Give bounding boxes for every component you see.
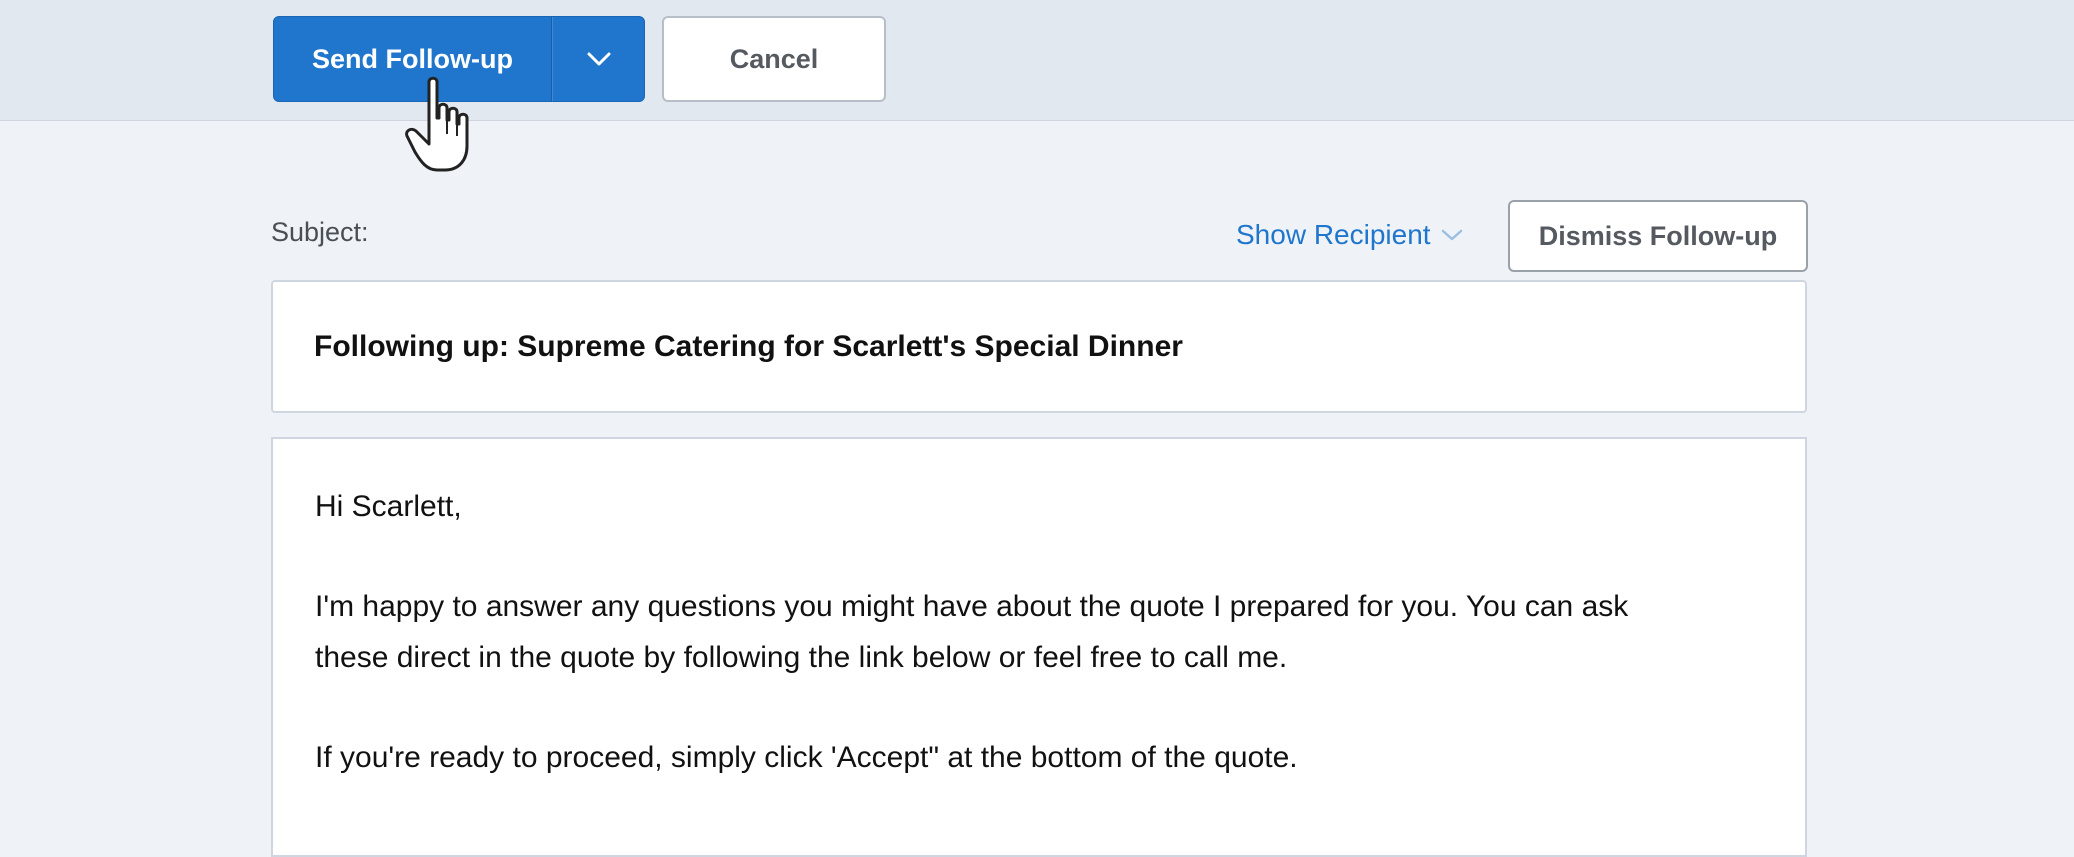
subject-value: Following up: Supreme Catering for Scarl… (314, 329, 1183, 363)
subject-label: Subject: (271, 217, 369, 247)
chevron-down-icon (587, 52, 610, 66)
message-body-editor[interactable]: Hi Scarlett, I'm happy to answer any que… (271, 437, 1807, 857)
subject-field[interactable]: Following up: Supreme Catering for Scarl… (271, 280, 1807, 413)
send-options-dropdown-button[interactable] (552, 17, 644, 101)
top-toolbar: Send Follow-up Cancel (0, 0, 2074, 121)
message-paragraph: If you're ready to proceed, simply click… (315, 741, 1298, 774)
message-greeting: Hi Scarlett, (315, 490, 462, 523)
dismiss-follow-up-button[interactable]: Dismiss Follow-up (1508, 200, 1808, 272)
send-follow-up-split-button: Send Follow-up (273, 16, 645, 102)
send-follow-up-button[interactable]: Send Follow-up (274, 17, 552, 101)
show-recipient-toggle[interactable]: Show Recipient (1236, 219, 1463, 251)
cancel-button[interactable]: Cancel (662, 16, 886, 102)
message-paragraph: I'm happy to answer any questions you mi… (315, 590, 1629, 674)
chevron-down-icon (1441, 229, 1462, 241)
show-recipient-label: Show Recipient (1236, 219, 1431, 250)
